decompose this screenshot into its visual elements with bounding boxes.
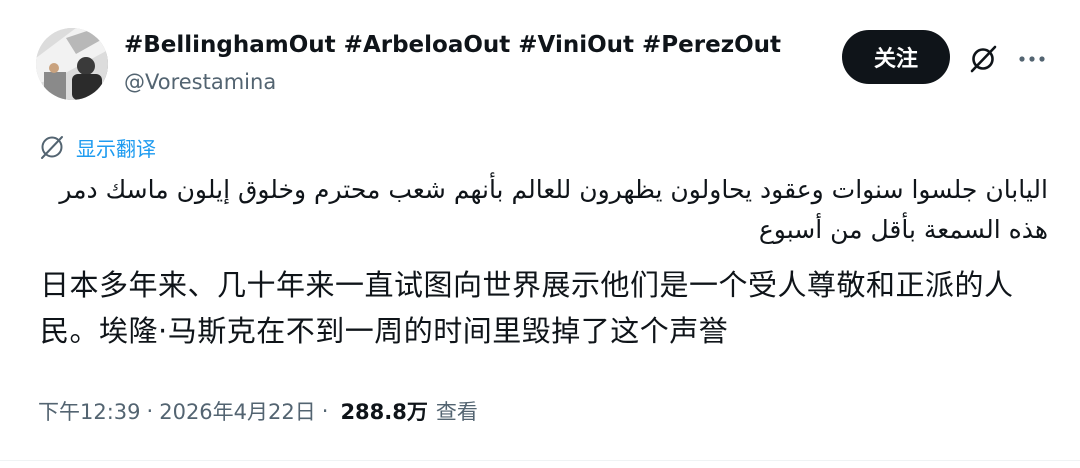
user-handle[interactable]: @Vorestamina bbox=[124, 70, 276, 94]
views-count: 288.8万 bbox=[340, 400, 428, 424]
show-translation-link[interactable]: 显示翻译 bbox=[38, 132, 156, 162]
globe-icon bbox=[41, 136, 63, 159]
views-label: 查看 bbox=[435, 400, 478, 424]
tweet-meta: 下午12:39 · 2026年4月22日 · 288.8万 查看 bbox=[38, 394, 478, 428]
follow-button[interactable]: 关注 bbox=[842, 30, 950, 84]
tweet-text-original: اليابان جلسوا سنوات وعقود يحاولون يظهرون… bbox=[59, 175, 1048, 244]
meta-separator: · bbox=[146, 399, 154, 423]
tweet-text-translated: 日本多年来、几十年来一直试图向世界展示他们是一个受人尊敬和正派的人民。埃隆·马斯… bbox=[40, 268, 1014, 348]
meta-separator: · bbox=[321, 399, 329, 423]
divider bbox=[0, 460, 1080, 461]
grok-button[interactable] bbox=[964, 40, 1002, 78]
tweet-time[interactable]: 下午12:39 bbox=[38, 396, 141, 426]
show-translation-label: 显示翻译 bbox=[76, 136, 156, 161]
more-button[interactable] bbox=[1012, 40, 1052, 78]
tweet-date[interactable]: 2026年4月22日 bbox=[159, 396, 316, 426]
more-horizontal-icon bbox=[1019, 56, 1045, 62]
grok-icon bbox=[970, 45, 997, 73]
tweet-card: #BellinghamOut #ArbeloaOut #ViniOut #Per… bbox=[0, 0, 1080, 468]
avatar[interactable] bbox=[36, 28, 108, 100]
display-name[interactable]: #BellinghamOut #ArbeloaOut #ViniOut #Per… bbox=[124, 32, 781, 58]
